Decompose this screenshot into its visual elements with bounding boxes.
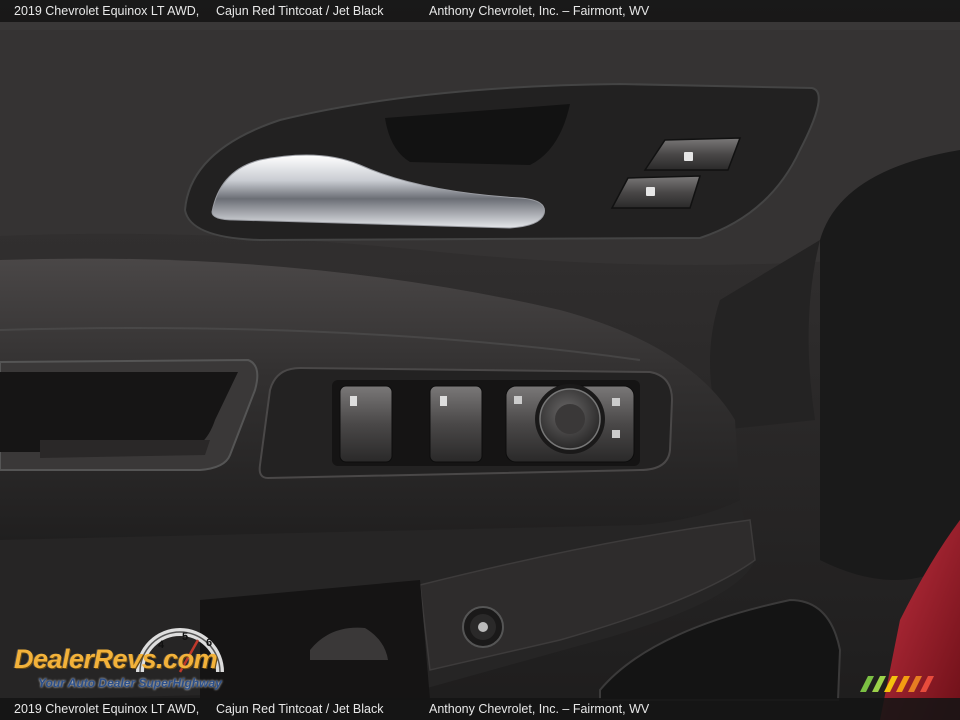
vehicle-name: 2019 Chevrolet Equinox LT AWD,: [14, 4, 200, 18]
caption-bar-top: 2019 Chevrolet Equinox LT AWD, Cajun Red…: [0, 0, 960, 22]
watermark-logo-text: DealerRevs.com: [14, 644, 218, 674]
vehicle-name: 2019 Chevrolet Equinox LT AWD,: [14, 702, 200, 716]
door-interior-photo: [0, 0, 960, 720]
dealer-name: Anthony Chevrolet, Inc. – Fairmont, WV: [429, 702, 650, 716]
vehicle-color: Cajun Red Tintcoat / Jet Black: [216, 4, 384, 18]
caption-bar-bottom: 2019 Chevrolet Equinox LT AWD, Cajun Red…: [0, 698, 960, 720]
watermark-tagline: Your Auto Dealer SuperHighway: [38, 676, 222, 690]
dealerrevs-watermark: 4 5 6 DealerRevs.com Your Auto Dealer Su…: [12, 628, 272, 694]
photo-frame: 2019 Chevrolet Equinox LT AWD, Cajun Red…: [0, 0, 960, 720]
mirror-control: [505, 384, 635, 463]
window-switch-1: [339, 385, 393, 463]
window-switch-2: [429, 385, 483, 463]
gauge-number: 5: [182, 631, 188, 643]
dealer-name: Anthony Chevrolet, Inc. – Fairmont, WV: [429, 4, 650, 18]
stripes-logo-icon: [860, 676, 934, 692]
vehicle-color: Cajun Red Tintcoat / Jet Black: [216, 702, 384, 716]
